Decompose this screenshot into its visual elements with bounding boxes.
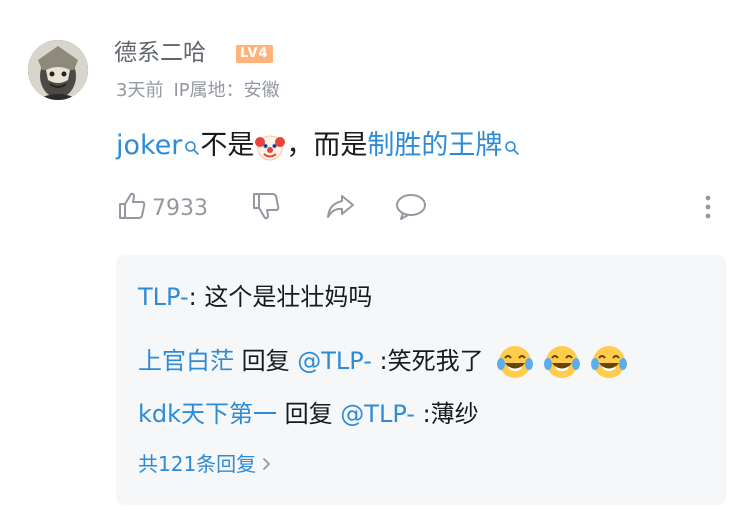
thumbs-up-icon: [116, 190, 148, 226]
more-vertical-icon: [701, 190, 715, 226]
comment-time: 3天前: [116, 80, 164, 101]
reply-separator: :: [371, 347, 388, 375]
reply-text: 这个是壮壮妈吗: [204, 283, 373, 311]
comment-meta: 3天前 IP属地：安徽: [116, 80, 280, 102]
reply-mention[interactable]: @TLP-: [297, 347, 372, 375]
thumbs-down-icon: [250, 190, 282, 226]
laughing-emoji: [589, 342, 629, 382]
reply-username[interactable]: 上官白茫: [138, 347, 234, 375]
laughing-emoji: [495, 342, 535, 382]
reply-mention[interactable]: @TLP-: [340, 400, 415, 428]
comment-actions: 7933: [116, 190, 726, 230]
search-link-joker[interactable]: joker: [116, 130, 182, 161]
reply-text: 薄纱: [430, 400, 479, 428]
reply-username[interactable]: kdk天下第一: [138, 400, 277, 428]
more-options-button[interactable]: [701, 190, 715, 226]
content-text-1: 不是: [200, 130, 255, 161]
username[interactable]: 德系二哈: [114, 38, 206, 68]
like-count: 7933: [152, 195, 208, 221]
level-badge: LV4: [236, 45, 273, 63]
clown-emoji: [255, 132, 286, 162]
search-link-ace[interactable]: 制胜的王牌: [367, 130, 502, 161]
like-button[interactable]: 7933: [116, 190, 208, 226]
reply-item[interactable]: kdk天下第一 回复 @TLP- :薄纱: [138, 398, 479, 430]
search-icon[interactable]: [504, 130, 520, 166]
share-icon: [324, 190, 356, 226]
chevron-right-icon: [262, 451, 272, 477]
dislike-button[interactable]: [250, 190, 282, 226]
content-text-2: ，而是: [286, 130, 368, 161]
ip-location: IP属地：安徽: [173, 80, 280, 101]
reply-preview-box: TLP-: 这个是壮壮妈吗 上官白茫 回复 @TLP- :笑死我了 kdk天下第…: [116, 255, 726, 505]
view-all-replies-link[interactable]: 共121条回复: [138, 451, 272, 477]
avatar[interactable]: [28, 40, 88, 100]
reply-item[interactable]: 上官白茫 回复 @TLP- :笑死我了: [138, 342, 630, 382]
comment-icon: [394, 190, 428, 226]
reply-word: 回复: [234, 347, 298, 375]
reply-word: 回复: [277, 400, 341, 428]
reply-separator: :: [188, 283, 205, 311]
comment-content: joker 不是 ，而是制胜的王牌: [116, 128, 520, 166]
reply-text: 笑死我了: [387, 347, 484, 375]
reply-username[interactable]: TLP-: [138, 283, 189, 311]
reply-button[interactable]: [394, 190, 428, 226]
reply-separator: :: [414, 400, 431, 428]
reply-item[interactable]: TLP-: 这个是壮壮妈吗: [138, 281, 372, 313]
search-icon[interactable]: [184, 130, 200, 166]
reply-count-label: 共121条回复: [138, 452, 257, 476]
laughing-emoji: [542, 342, 582, 382]
share-button[interactable]: [324, 190, 356, 226]
